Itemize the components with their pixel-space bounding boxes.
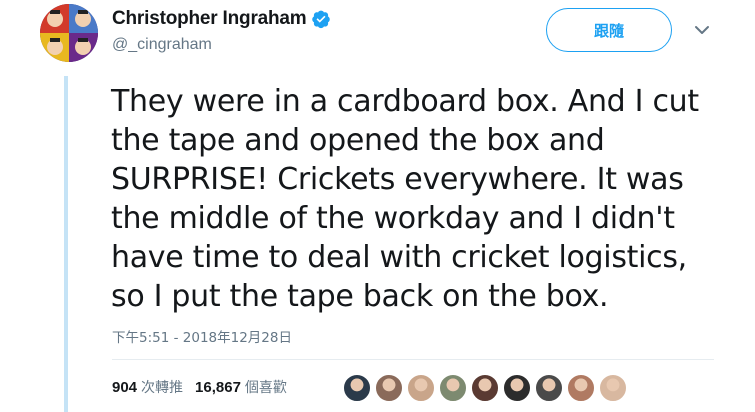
tweet-text-line: They were in a cardboard box. And I cut [111, 84, 699, 119]
liker-avatar[interactable] [598, 373, 628, 403]
tweet-text-line: have time to deal with cricket logistics… [111, 240, 687, 275]
author-display-name[interactable]: Christopher Ingraham [112, 8, 307, 30]
author-name-row[interactable]: Christopher Ingraham [112, 8, 331, 30]
verified-badge-icon [312, 10, 331, 29]
tweet-text-line: so I put the tape back on the box. [111, 279, 609, 314]
liker-avatar[interactable] [438, 373, 468, 403]
tweet-text-line: SURPRISE! Crickets everywhere. It was [111, 162, 684, 197]
divider [112, 359, 714, 360]
tweet-text: They were in a cardboard box. And I cut … [111, 82, 721, 316]
liker-avatar[interactable] [470, 373, 500, 403]
tweet-text-line: the tape and opened the box and [111, 123, 605, 158]
likers-avatar-row [342, 373, 630, 403]
tweet-text-line: the middle of the workday and I didn't [111, 201, 675, 236]
liker-avatar[interactable] [566, 373, 596, 403]
likes-label[interactable]: 個喜歡 [245, 377, 287, 397]
chevron-down-icon[interactable] [694, 22, 710, 38]
retweets-label[interactable]: 次轉推 [141, 377, 183, 397]
follow-button[interactable]: 跟隨 [546, 8, 672, 52]
retweets-count[interactable]: 904 [112, 379, 137, 396]
liker-avatar[interactable] [374, 373, 404, 403]
tweet-stats: 904 次轉推 16,867 個喜歡 [112, 377, 287, 397]
liker-avatar[interactable] [342, 373, 372, 403]
liker-avatar[interactable] [534, 373, 564, 403]
author-handle[interactable]: @_cingraham [112, 36, 212, 54]
thread-connector-line [64, 76, 68, 412]
liker-avatar[interactable] [502, 373, 532, 403]
avatar-image [40, 4, 98, 62]
author-avatar[interactable] [40, 4, 98, 62]
likes-count[interactable]: 16,867 [195, 379, 241, 396]
liker-avatar[interactable] [406, 373, 436, 403]
tweet-timestamp[interactable]: 下午5:51 - 2018年12月28日 [112, 326, 292, 346]
